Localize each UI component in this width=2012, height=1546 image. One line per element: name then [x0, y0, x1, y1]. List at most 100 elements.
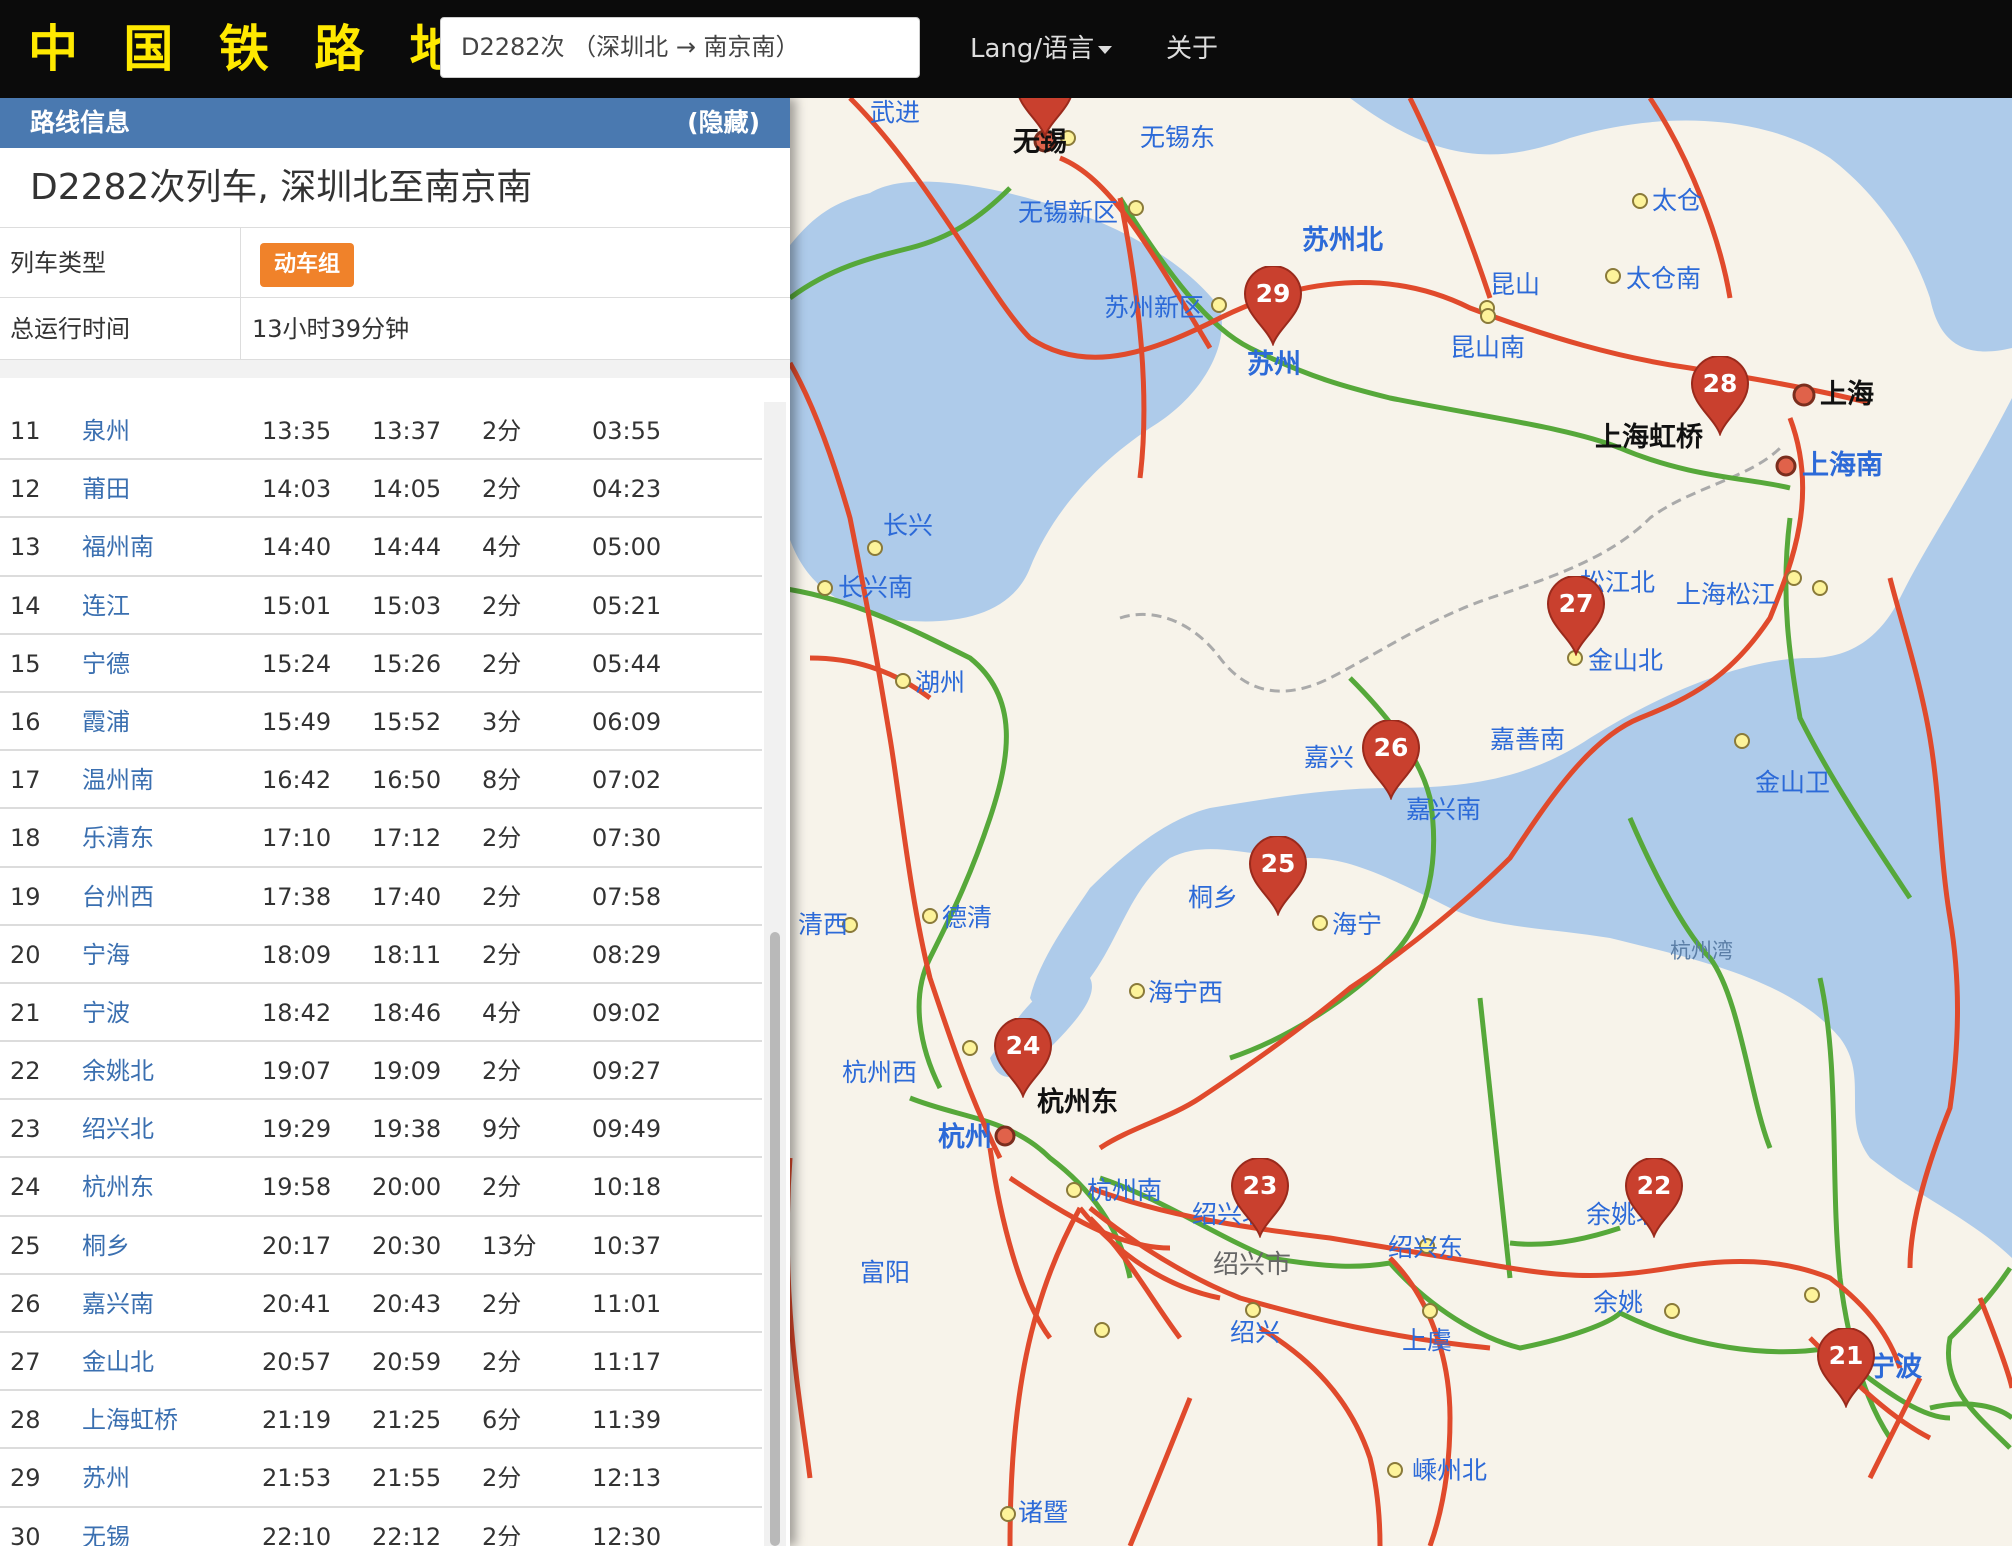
arrive-time: 16:42	[262, 766, 332, 795]
stops-scrollbar[interactable]	[764, 402, 786, 1546]
label-changxingnan: 长兴南	[838, 573, 914, 602]
elapsed-time: 12:13	[592, 1464, 662, 1493]
stop-name-link[interactable]: 连江	[82, 577, 130, 635]
stop-name-link[interactable]: 绍兴北	[82, 1100, 154, 1158]
elapsed-time: 07:58	[592, 882, 662, 911]
label-shanghaihongqiao: 上海虹桥	[1595, 422, 1703, 453]
stop-number: 30	[10, 1522, 41, 1546]
stop-name-link[interactable]: 莆田	[82, 460, 130, 518]
route-marker-24[interactable]: 24	[993, 1018, 1053, 1098]
stop-number: 29	[10, 1464, 41, 1493]
stop-name-link[interactable]: 宁海	[82, 926, 130, 984]
arrive-time: 21:19	[262, 1406, 332, 1435]
depart-time: 15:52	[372, 707, 442, 736]
stop-row: 21 宁波 18:42 18:46 4分 09:02	[0, 984, 762, 1043]
small-lake	[790, 474, 810, 543]
stop-number: 25	[10, 1231, 41, 1260]
stop-number: 21	[10, 998, 41, 1027]
label-tongxiang: 桐乡	[1188, 883, 1239, 912]
section-gap	[0, 360, 790, 378]
depart-time: 13:37	[372, 417, 442, 445]
stop-number: 17	[10, 766, 41, 795]
train-type-value-cell: 动车组	[260, 228, 355, 298]
route-marker-22[interactable]: 22	[1624, 1158, 1684, 1238]
route-marker-29[interactable]: 29	[1243, 266, 1303, 346]
stop-duration: 8分	[482, 766, 522, 795]
elapsed-time: 05:44	[592, 649, 662, 678]
marker-number: 26	[1373, 733, 1409, 762]
stop-name-link[interactable]: 宁波	[82, 984, 130, 1042]
elapsed-time: 05:21	[592, 591, 662, 620]
route-marker-25[interactable]: 25	[1248, 836, 1308, 916]
stop-duration: 2分	[482, 417, 522, 445]
arrive-time: 18:09	[262, 940, 332, 969]
route-marker-28[interactable]: 28	[1690, 356, 1750, 436]
stop-number: 13	[10, 533, 41, 562]
caret-down-icon	[1098, 45, 1113, 54]
stop-name-link[interactable]: 苏州	[82, 1449, 130, 1507]
stop-name-link[interactable]: 台州西	[82, 868, 154, 926]
label-shanghai: 上海	[1820, 379, 1874, 410]
depart-time: 15:26	[372, 649, 442, 678]
stop-name-link[interactable]: 金山北	[82, 1333, 154, 1391]
stop-name-link[interactable]: 乐清东	[82, 809, 154, 867]
stop-name-link[interactable]: 宁德	[82, 635, 130, 693]
stop-name-link[interactable]: 福州南	[82, 518, 154, 576]
arrive-time: 20:17	[262, 1231, 332, 1260]
label-ningbo: 宁波	[1868, 1352, 1922, 1383]
panel-header: 路线信息 (隐藏)	[0, 98, 790, 148]
depart-time: 16:50	[372, 766, 442, 795]
label-jiashannan: 嘉善南	[1490, 725, 1566, 754]
stops-table: 11 泉州 13:35 13:37 2分 03:55 12 莆田 14:03 14:05 2分 04:…	[0, 402, 762, 1546]
stop-name-link[interactable]: 温州南	[82, 751, 154, 809]
arrive-time: 20:41	[262, 1289, 332, 1318]
label-zhuji: 诸暨	[1018, 1498, 1069, 1527]
route-marker-27[interactable]: 27	[1546, 576, 1606, 656]
train-type-label: 列车类型	[10, 249, 106, 277]
stop-name-link[interactable]: 泉州	[82, 402, 130, 460]
label-haining: 海宁	[1332, 910, 1383, 939]
marker-number: 28	[1702, 369, 1738, 398]
label-hangzhou: 杭州	[938, 1122, 992, 1153]
stop-row: 22 余姚北 19:07 19:09 2分 09:27	[0, 1042, 762, 1101]
search-input[interactable]: D2282次 （深圳北 → 南京南）	[440, 17, 920, 78]
label-kunshannan: 昆山南	[1450, 333, 1526, 362]
yangtze-river	[1350, 98, 2012, 352]
route-marker-30[interactable]: 30	[1015, 98, 1075, 138]
route-panel: 路线信息 (隐藏) D2282次列车, 深圳北至南京南 列车类型 动车组 总运行…	[0, 98, 790, 1546]
label-taicangnan: 太仓南	[1626, 264, 1702, 293]
stop-name-link[interactable]: 桐乡	[82, 1217, 130, 1275]
map-view[interactable]: 武进 无锡 无锡东 无锡新区 太仓 苏州北 太仓南 昆山 苏州新区 昆山南 苏州…	[790, 98, 2012, 1546]
elapsed-time: 11:17	[592, 1348, 662, 1376]
depart-time: 21:55	[372, 1464, 442, 1493]
language-dropdown[interactable]: Lang/语言	[970, 32, 1113, 66]
scrollbar-thumb[interactable]	[770, 932, 780, 1546]
route-marker-21[interactable]: 21	[1816, 1328, 1876, 1408]
route-marker-23[interactable]: 23	[1230, 1158, 1290, 1238]
hide-panel-link[interactable]: (隐藏)	[687, 98, 760, 148]
stop-name-link[interactable]: 嘉兴南	[82, 1275, 154, 1333]
depart-time: 14:05	[372, 475, 442, 504]
about-link[interactable]: 关于	[1166, 32, 1218, 66]
stop-name-link[interactable]: 无锡	[82, 1508, 130, 1546]
label-shengzhoubei: 嵊州北	[1412, 1456, 1488, 1485]
marker-number: 27	[1558, 589, 1594, 618]
route-marker-26[interactable]: 26	[1361, 720, 1421, 800]
stop-duration: 2分	[482, 1173, 522, 1202]
depart-time: 22:12	[372, 1522, 442, 1546]
label-wujin: 武进	[870, 98, 921, 127]
divider	[240, 298, 241, 359]
stop-row: 20 宁海 18:09 18:11 2分 08:29	[0, 926, 762, 984]
stop-number: 22	[10, 1057, 41, 1086]
label-changxing: 长兴	[883, 511, 934, 540]
stop-name-link[interactable]: 余姚北	[82, 1042, 154, 1100]
stop-row: 14 连江 15:01 15:03 2分 05:21	[0, 577, 762, 635]
stop-name-link[interactable]: 上海虹桥	[82, 1391, 178, 1449]
stop-number: 19	[10, 882, 41, 911]
elapsed-time: 09:27	[592, 1057, 662, 1086]
stop-name-link[interactable]: 杭州东	[82, 1158, 154, 1216]
stop-name-link[interactable]: 霞浦	[82, 693, 130, 751]
elapsed-time: 09:49	[592, 1115, 662, 1144]
depart-time: 19:09	[372, 1057, 442, 1086]
panel-title: 路线信息	[30, 108, 131, 137]
